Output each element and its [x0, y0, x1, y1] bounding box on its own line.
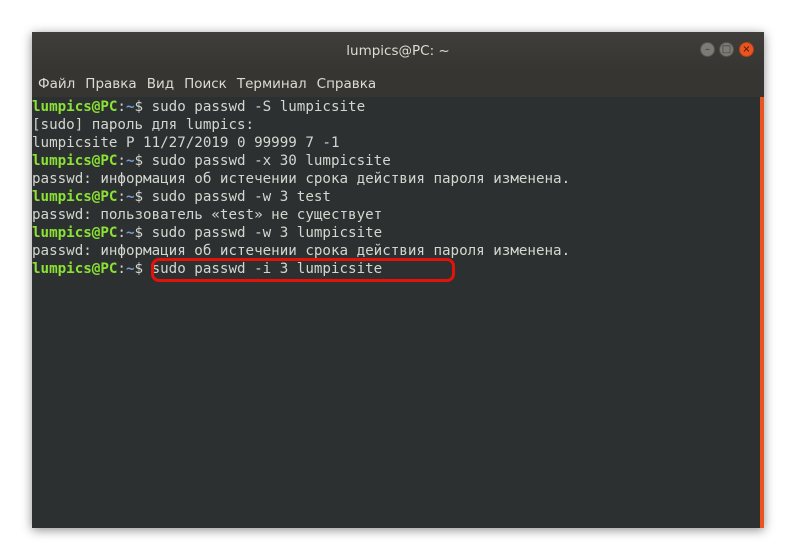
prompt-user: lumpics@PC [32, 99, 118, 115]
prompt-colon: : [117, 153, 126, 169]
prompt-colon: : [117, 225, 126, 241]
terminal-output[interactable]: lumpics@PC:~$ sudo passwd -S lumpicsite[… [32, 97, 760, 528]
close-icon[interactable]: × [739, 42, 754, 57]
command-text: sudo passwd -w 3 lumpicsite [143, 225, 383, 241]
prompt-user: lumpics@PC [32, 225, 118, 241]
menu-bar: Файл Правка Вид Поиск Терминал Справка [32, 70, 764, 97]
command-text: sudo passwd -x 30 lumpicsite [143, 153, 391, 169]
window-title: lumpics@PC: ~ [346, 43, 450, 59]
command-line: lumpics@PC:~$ sudo passwd -x 30 lumpicsi… [32, 152, 391, 170]
maximize-icon[interactable]: □ [719, 42, 734, 57]
title-bar[interactable]: lumpics@PC: ~ – □ × [32, 32, 764, 70]
menu-edit[interactable]: Правка [85, 76, 136, 92]
prompt-sign: $ [134, 261, 144, 277]
menu-terminal[interactable]: Терминал [237, 76, 307, 92]
prompt-colon: : [117, 99, 126, 115]
command-highlight [151, 258, 455, 282]
prompt-sign: $ [134, 189, 144, 205]
output-line: lumpicsite P 11/27/2019 0 99999 7 -1 [32, 135, 340, 151]
prompt-sign: $ [134, 153, 144, 169]
prompt-user: lumpics@PC [32, 261, 118, 277]
prompt-path: ~ [125, 189, 135, 205]
command-line: lumpics@PC:~$ sudo passwd -S lumpicsite [32, 98, 365, 116]
command-text: sudo passwd -S lumpicsite [143, 99, 366, 115]
menu-file[interactable]: Файл [38, 76, 75, 92]
prompt-colon: : [117, 261, 126, 277]
prompt-user: lumpics@PC [32, 189, 118, 205]
menu-help[interactable]: Справка [317, 76, 376, 92]
terminal-window: lumpics@PC: ~ – □ × Файл Правка Вид Поис… [32, 32, 764, 528]
prompt-path: ~ [125, 261, 135, 277]
output-line: passwd: информация об истечении срока де… [32, 171, 571, 187]
minimize-icon[interactable]: – [700, 42, 715, 57]
prompt-sign: $ [134, 99, 144, 115]
menu-view[interactable]: Вид [147, 76, 174, 92]
prompt-path: ~ [125, 225, 135, 241]
scrollbar[interactable] [760, 97, 764, 528]
menu-search[interactable]: Поиск [184, 76, 227, 92]
prompt-path: ~ [125, 153, 135, 169]
command-text: sudo passwd -w 3 test [143, 189, 331, 205]
prompt-user: lumpics@PC [32, 153, 118, 169]
prompt-colon: : [117, 189, 126, 205]
output-line: passwd: пользователь «test» не существуе… [32, 207, 383, 223]
command-line: lumpics@PC:~$ sudo passwd -w 3 lumpicsit… [32, 224, 382, 242]
output-line: [sudo] пароль для lumpics: [32, 117, 255, 133]
command-line: lumpics@PC:~$ sudo passwd -w 3 test [32, 188, 331, 206]
prompt-sign: $ [134, 225, 144, 241]
prompt-path: ~ [125, 99, 135, 115]
